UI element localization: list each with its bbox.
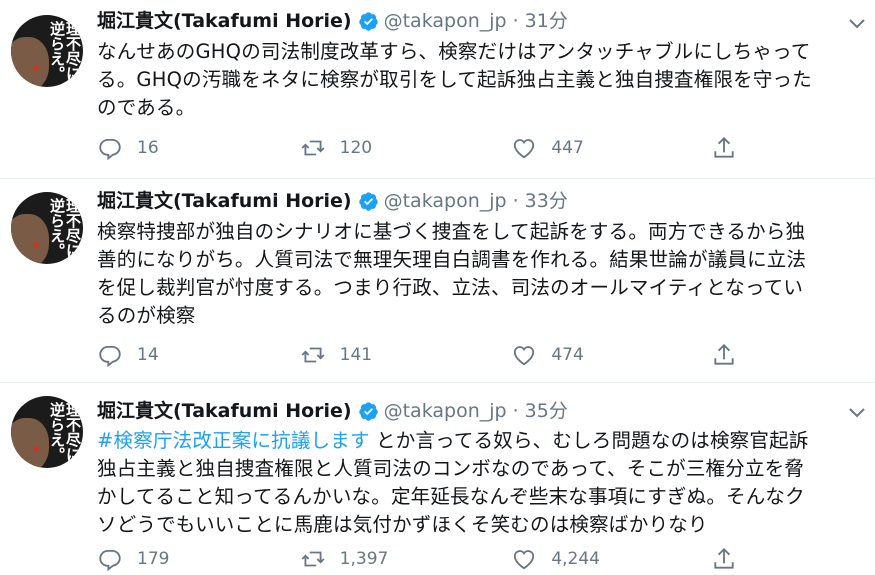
- timestamp[interactable]: 31分: [525, 9, 568, 33]
- tweet-text-fragment: とか言ってる奴ら、むしろ問題なのは検察官起訴: [369, 429, 809, 452]
- avatar-logo-text: 理不尽に逆らえ。: [48, 21, 82, 81]
- separator-dot: ·: [512, 190, 519, 212]
- author-handle[interactable]: @takapon_jp: [384, 399, 507, 423]
- author-handle[interactable]: @takapon_jp: [384, 9, 507, 33]
- retweet-icon: [301, 551, 325, 567]
- timestamp[interactable]: 35分: [525, 399, 568, 423]
- retweet-button[interactable]: 141: [300, 342, 512, 368]
- tweet[interactable]: 理不尽に逆らえ。 堀江貴文(Takafumi Horie) @takapon_j…: [0, 383, 875, 575]
- reply-icon: [99, 138, 121, 161]
- reply-count: 179: [137, 549, 170, 569]
- reply-icon: [99, 549, 121, 572]
- share-button[interactable]: [711, 342, 737, 368]
- chevron-down-icon[interactable]: [847, 405, 867, 419]
- tweet-text-line: る。GHQの汚職をネタに検察が取引をして起訴独占主義と独自捜査権限を守った: [97, 68, 812, 91]
- avatar[interactable]: 理不尽に逆らえ。: [11, 396, 83, 468]
- retweet-count: 120: [339, 138, 373, 158]
- author-name[interactable]: 堀江貴文(Takafumi Horie): [97, 189, 352, 213]
- retweet-button[interactable]: 1,397: [300, 546, 512, 572]
- verified-badge-icon: [358, 401, 378, 421]
- tweet-header: 堀江貴文(Takafumi Horie) @takapon_jp · 35分: [97, 399, 568, 423]
- author-handle[interactable]: @takapon_jp: [384, 189, 507, 213]
- retweet-icon: [301, 140, 325, 156]
- avatar-accent: [33, 242, 39, 248]
- retweet-button[interactable]: 120: [300, 135, 512, 161]
- tweet-actions: 179 1,397 4,244: [97, 546, 737, 572]
- author-name[interactable]: 堀江貴文(Takafumi Horie): [97, 9, 352, 33]
- heart-icon: [514, 550, 535, 570]
- tweet-text-line: るのが検察: [97, 304, 196, 327]
- tweet-text: #検察庁法改正案に抗議します とか言ってる奴ら、むしろ問題なのは検察官起訴 独占…: [97, 427, 862, 539]
- like-button[interactable]: 474: [511, 342, 711, 368]
- heart-icon: [514, 139, 535, 159]
- tweet[interactable]: 理不尽に逆らえ。 堀江貴文(Takafumi Horie) @takapon_j…: [0, 179, 875, 383]
- avatar-accent: [33, 446, 39, 452]
- tweet-text: 検察特捜部が独自のシナリオに基づく捜査をして起訴をする。両方できるから独 善的に…: [97, 218, 862, 330]
- verified-badge-icon: [358, 11, 378, 31]
- separator-dot: ·: [512, 400, 519, 422]
- reply-button[interactable]: 14: [97, 342, 300, 368]
- avatar-logo-text: 理不尽に逆らえ。: [48, 198, 82, 258]
- reply-count: 14: [137, 345, 159, 365]
- like-button[interactable]: 447: [511, 135, 711, 161]
- verified-badge-icon: [358, 191, 378, 211]
- like-count: 474: [551, 345, 584, 365]
- share-button[interactable]: [711, 135, 737, 161]
- timestamp[interactable]: 33分: [525, 189, 568, 213]
- avatar-accent: [33, 65, 39, 71]
- tweet-text-line: のである。: [97, 96, 196, 119]
- tweet-text-line: 独占主義と独自捜査権限と人質司法のコンボなのであって、そこが三権分立を脅: [97, 457, 805, 480]
- separator-dot: ·: [512, 10, 519, 32]
- author-name[interactable]: 堀江貴文(Takafumi Horie): [97, 399, 352, 423]
- tweet-text-line: かしてること知ってるんかいな。定年延長なんぞ些末な事項にすぎぬ。そんなク: [97, 485, 805, 508]
- tweet-text-line: なんせあのGHQの司法制度改革すら、検察だけはアンタッチャブルにしちゃって: [97, 40, 811, 63]
- like-button[interactable]: 4,244: [511, 546, 711, 572]
- tweet-text: なんせあのGHQの司法制度改革すら、検察だけはアンタッチャブルにしちゃって る。…: [97, 38, 862, 122]
- chevron-down-icon[interactable]: [847, 16, 867, 30]
- avatar[interactable]: 理不尽に逆らえ。: [11, 192, 83, 264]
- timeline: 理不尽に逆らえ。 堀江貴文(Takafumi Horie) @takapon_j…: [0, 0, 875, 575]
- like-count: 4,244: [551, 549, 600, 569]
- share-icon: [714, 136, 734, 158]
- retweet-icon: [301, 347, 325, 363]
- tweet-text-line: 善的になりがち。人質司法で無理矢理自白調書を作れる。結果世論が議員に立法: [97, 248, 807, 271]
- tweet-text-line: を促し裁判官が忖度する。つまり行政、立法、司法のオールマイティとなってい: [97, 276, 804, 299]
- tweet-header: 堀江貴文(Takafumi Horie) @takapon_jp · 33分: [97, 189, 568, 213]
- reply-button[interactable]: 16: [97, 135, 300, 161]
- tweet[interactable]: 理不尽に逆らえ。 堀江貴文(Takafumi Horie) @takapon_j…: [0, 0, 875, 179]
- share-icon: [714, 547, 734, 569]
- reply-button[interactable]: 179: [97, 546, 300, 572]
- tweet-header: 堀江貴文(Takafumi Horie) @takapon_jp · 31分: [97, 9, 568, 33]
- hashtag-link[interactable]: #検察庁法改正案に抗議します: [97, 429, 370, 452]
- tweet-actions: 14 141 474: [97, 342, 737, 368]
- retweet-count: 1,397: [339, 549, 389, 569]
- tweet-actions: 16 120 447: [97, 135, 737, 161]
- share-button[interactable]: [711, 546, 737, 572]
- like-count: 447: [551, 138, 584, 158]
- heart-icon: [514, 346, 535, 366]
- avatar-logo-text: 理不尽に逆らえ。: [48, 402, 82, 462]
- avatar[interactable]: 理不尽に逆らえ。: [11, 15, 83, 87]
- reply-icon: [99, 345, 121, 368]
- reply-count: 16: [137, 138, 159, 158]
- share-icon: [714, 343, 734, 365]
- tweet-text-line: #検察庁法改正案に抗議します とか言ってる奴ら、むしろ問題なのは検察官起訴: [97, 427, 862, 455]
- tweet-text-line: ソどうでもいいことに馬鹿は気付かずほくそ笑むのは検察ばかりなり: [97, 513, 708, 536]
- retweet-count: 141: [339, 345, 373, 365]
- tweet-text-line: 検察特捜部が独自のシナリオに基づく捜査をして起訴をする。両方できるから独: [97, 220, 806, 243]
